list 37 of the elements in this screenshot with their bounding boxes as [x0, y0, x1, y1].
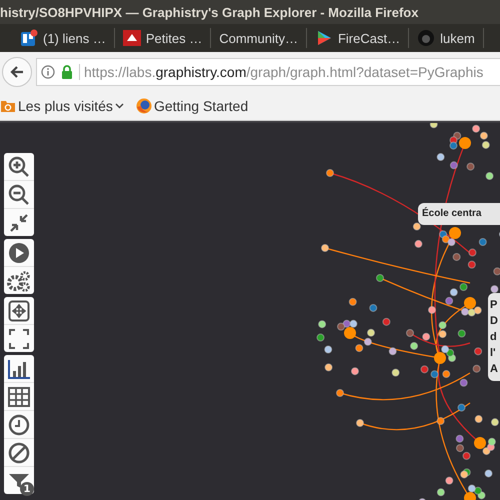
ban-icon — [8, 442, 30, 464]
chevron-icon — [114, 103, 124, 109]
clock-icon — [8, 414, 30, 436]
folder-icon — [0, 98, 16, 114]
lock-icon — [61, 65, 73, 79]
tab[interactable]: FireCast… — [306, 28, 410, 48]
count-badge: 1 — [20, 482, 34, 496]
window-title: histry/SO8HPVHIPX — Graphistry's Graph Explorer - Mozilla Firefox — [0, 4, 418, 20]
tab[interactable]: lukem — [409, 28, 484, 48]
tab[interactable]: Petites … — [114, 28, 212, 48]
bookmark[interactable]: Les plus visités — [0, 98, 124, 114]
info-icon — [41, 65, 55, 79]
logo-icon — [122, 29, 141, 47]
label-text: A — [490, 362, 498, 377]
label-text: d — [490, 330, 498, 345]
bar-chart-icon — [7, 358, 31, 380]
play-icon — [8, 242, 30, 264]
back-arrow-icon — [9, 64, 25, 80]
zoom-in-icon — [8, 156, 30, 178]
fullscreen-icon — [8, 328, 30, 350]
bookmark[interactable]: Getting Started — [136, 98, 248, 114]
label-text: P — [490, 298, 498, 313]
zoom-out-icon — [8, 184, 30, 206]
move-icon — [8, 300, 30, 322]
label-text: D — [490, 314, 498, 329]
arrows-inward-icon — [8, 212, 30, 234]
table-icon — [8, 386, 30, 406]
graph-canvas[interactable]: 1 École centra P D d l' A — [0, 121, 500, 500]
tab[interactable]: Community… — [211, 28, 307, 48]
tab[interactable]: (1) liens … — [12, 28, 115, 48]
board-icon — [20, 29, 38, 47]
label-text: École centra — [422, 206, 482, 221]
filter-button[interactable]: 1 — [4, 467, 34, 494]
label-text: l' — [490, 346, 497, 361]
settings-icon — [7, 270, 31, 292]
back-button[interactable] — [2, 57, 32, 87]
address-field[interactable]: https://labs.graphistry.com/graph/graph.html?dataset=PyGraphis — [36, 58, 500, 86]
